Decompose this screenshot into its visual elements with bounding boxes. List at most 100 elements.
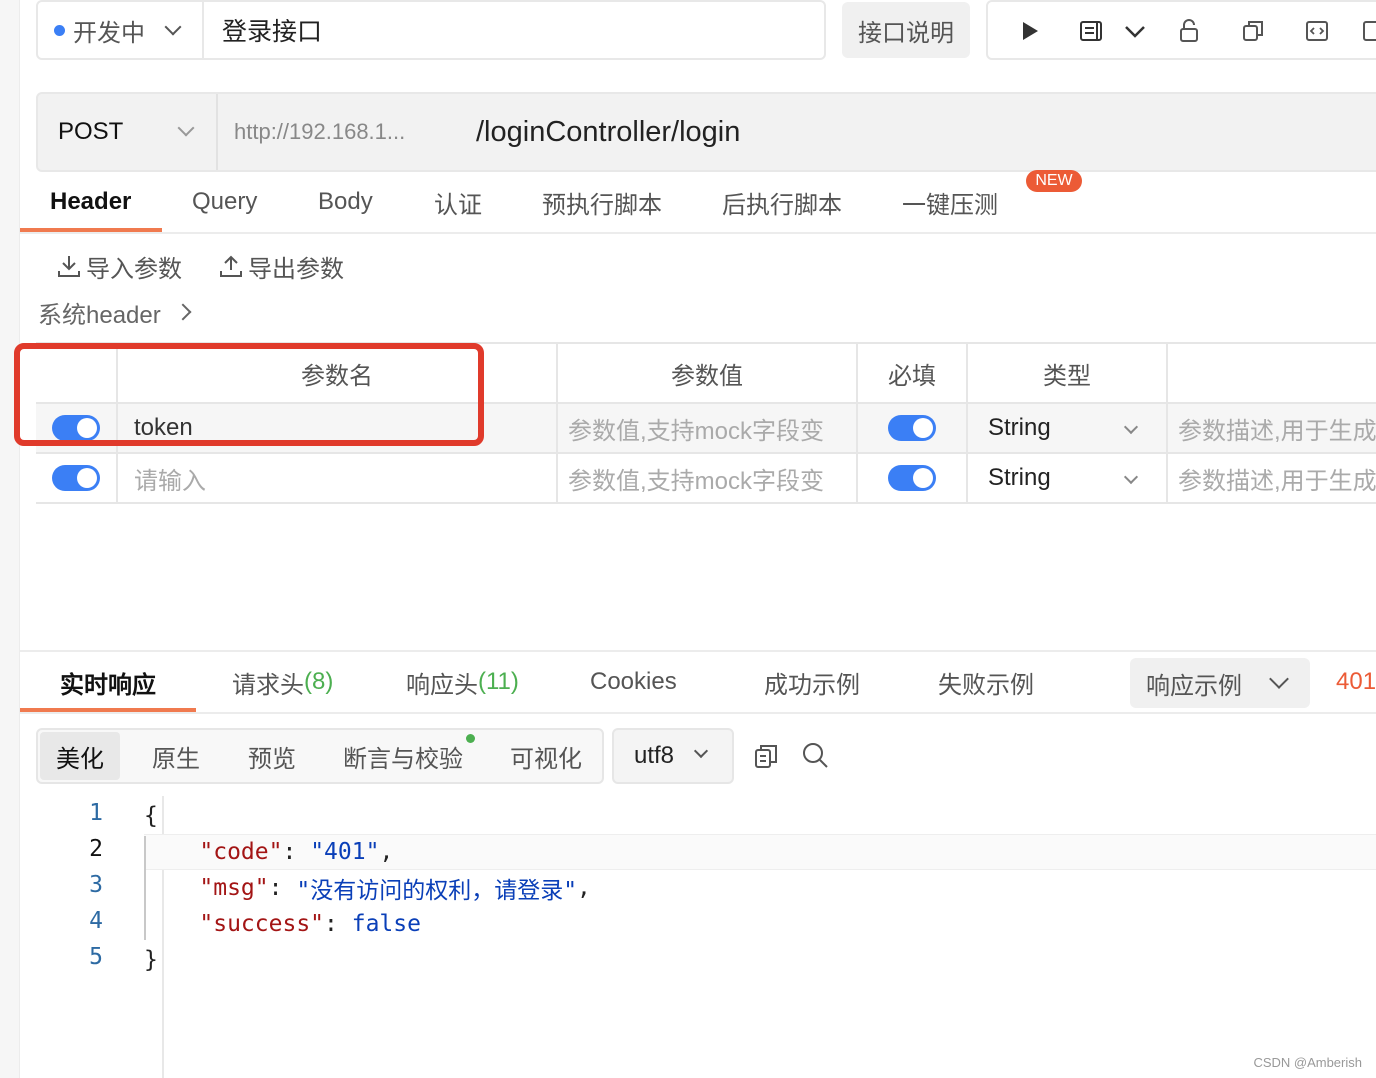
type-label: String [988, 464, 1051, 491]
line-number: 2 [89, 836, 103, 862]
response-example-select[interactable]: 响应示例 [1130, 658, 1310, 708]
toolbar [986, 0, 1376, 60]
status-select[interactable]: 开发中 [38, 2, 204, 58]
header-description [1166, 344, 1376, 402]
tab-cookies[interactable]: Cookies [590, 652, 677, 712]
tab-post-script[interactable]: 后执行脚本 [722, 172, 842, 232]
required-toggle-cell [856, 454, 966, 502]
code-line: { [144, 798, 158, 834]
import-params-label: 导入参数 [86, 255, 182, 283]
tab-stress-test[interactable]: 一键压测 [902, 172, 998, 232]
view-preview[interactable]: 预览 [232, 732, 312, 780]
param-description-input[interactable]: 参数描述,用于生成 [1166, 404, 1376, 452]
tab-query[interactable]: Query [192, 172, 257, 232]
required-toggle-cell [856, 404, 966, 452]
type-select[interactable]: String [966, 404, 1166, 452]
view-mode-segment: 美化 原生 预览 断言与校验 可视化 [36, 728, 604, 784]
response-headers-count: (11) [478, 668, 519, 695]
header-param-value: 参数值 [556, 344, 856, 402]
line-number: 3 [89, 872, 103, 898]
json-value-msg: "没有访问的权利，请登录" [296, 878, 578, 904]
param-name-input[interactable]: 请输入 [116, 454, 556, 502]
type-select[interactable]: String [966, 454, 1166, 502]
run-icon[interactable] [1014, 16, 1044, 46]
chevron-down-icon[interactable] [1120, 16, 1150, 46]
active-tab-indicator [20, 708, 196, 712]
line-number: 4 [89, 908, 103, 934]
copy-icon[interactable] [1238, 16, 1268, 46]
table-row: 请输入 参数值,支持mock字段变 String 参数描述,用于生成 [36, 454, 1376, 504]
download-icon [58, 256, 80, 277]
save-icon[interactable] [1076, 16, 1106, 46]
param-value-input[interactable]: 参数值,支持mock字段变 [556, 454, 856, 502]
type-label: String [988, 414, 1051, 441]
environment-url[interactable]: http://192.168.1... [234, 94, 405, 170]
response-tabs: 实时响应 请求头 (8) 响应头 (11) Cookies 成功示例 失败示例 响应… [20, 650, 1376, 714]
status-label: 开发中 [73, 19, 145, 47]
line-number: 5 [89, 944, 103, 970]
indent-guide [144, 836, 146, 940]
code-line: "success": false [199, 911, 421, 937]
view-raw[interactable]: 原生 [136, 732, 216, 780]
left-gutter [0, 0, 20, 1078]
chevron-right-icon [174, 303, 192, 321]
assertion-status-dot [466, 734, 475, 743]
encoding-select[interactable]: utf8 [612, 728, 734, 784]
api-header-box: 开发中 登录接口 [36, 0, 826, 60]
system-header-toggle[interactable]: 系统header [38, 294, 192, 330]
response-code-viewer: 1 2 3 4 5 { "code": "401", "msg": "没有访问的… [20, 796, 1376, 1078]
enable-toggle[interactable] [52, 465, 100, 491]
view-beautify[interactable]: 美化 [40, 732, 120, 780]
method-select[interactable]: POST [38, 94, 218, 170]
copy-icon[interactable] [752, 742, 780, 770]
tab-fail-example[interactable]: 失败示例 [938, 652, 1034, 712]
required-toggle[interactable] [888, 415, 936, 441]
param-value-input[interactable]: 参数值,支持mock字段变 [556, 404, 856, 452]
json-close-brace: } [144, 947, 158, 973]
tab-realtime-response[interactable]: 实时响应 [60, 652, 156, 712]
view-visualize[interactable]: 可视化 [496, 732, 596, 780]
param-description-input[interactable]: 参数描述,用于生成 [1166, 454, 1376, 502]
required-toggle[interactable] [888, 465, 936, 491]
method-label: POST [58, 118, 124, 145]
json-open-brace: { [144, 803, 158, 829]
tab-pre-script[interactable]: 预执行脚本 [542, 172, 662, 232]
active-tab-indicator [20, 228, 162, 232]
line-number: 1 [89, 800, 103, 826]
tab-request-headers-label: 请求头 [232, 671, 304, 699]
tab-success-example[interactable]: 成功示例 [764, 652, 860, 712]
export-params-button[interactable]: 导出参数 [218, 249, 344, 284]
url-path-input[interactable]: /loginController/login [476, 94, 740, 170]
import-params-button[interactable]: 导入参数 [56, 249, 182, 284]
json-key-code: "code" [199, 839, 283, 865]
url-bar: POST http://192.168.1... /loginControlle… [36, 92, 1376, 172]
api-description-button[interactable]: 接口说明 [842, 2, 970, 58]
param-actions: 导入参数 导出参数 [56, 246, 380, 286]
tab-header[interactable]: Header [50, 172, 131, 232]
api-name-input[interactable]: 登录接口 [222, 2, 322, 58]
tab-response-headers-label: 响应头 [406, 671, 478, 699]
header-type: 类型 [966, 344, 1166, 402]
code-icon[interactable] [1302, 16, 1332, 46]
lock-icon[interactable] [1174, 16, 1204, 46]
new-badge: NEW [1026, 170, 1082, 192]
tab-body[interactable]: Body [318, 172, 373, 232]
code-line: } [144, 942, 158, 978]
json-key-msg: "msg" [199, 875, 269, 901]
enable-toggle-cell [36, 454, 116, 502]
tab-auth[interactable]: 认证 [434, 172, 482, 232]
chevron-down-icon [693, 743, 709, 759]
view-assertions[interactable]: 断言与校验 [328, 732, 478, 780]
tab-response-headers[interactable]: 响应头 (11) [406, 652, 519, 712]
chevron-down-icon [1269, 669, 1289, 689]
header-required: 必填 [856, 344, 966, 402]
request-tabs: Header Query Body 认证 预执行脚本 后执行脚本 一键压测 [20, 172, 1376, 234]
search-icon[interactable] [800, 740, 830, 770]
code-line: "code": "401", [144, 834, 1376, 870]
system-header-label: 系统header [38, 301, 161, 329]
annotation-highlight-box [14, 343, 484, 446]
json-value-code: "401" [310, 839, 380, 865]
tab-request-headers[interactable]: 请求头 (8) [232, 652, 333, 712]
response-example-label: 响应示例 [1146, 672, 1242, 700]
more-icon[interactable] [1360, 16, 1376, 46]
